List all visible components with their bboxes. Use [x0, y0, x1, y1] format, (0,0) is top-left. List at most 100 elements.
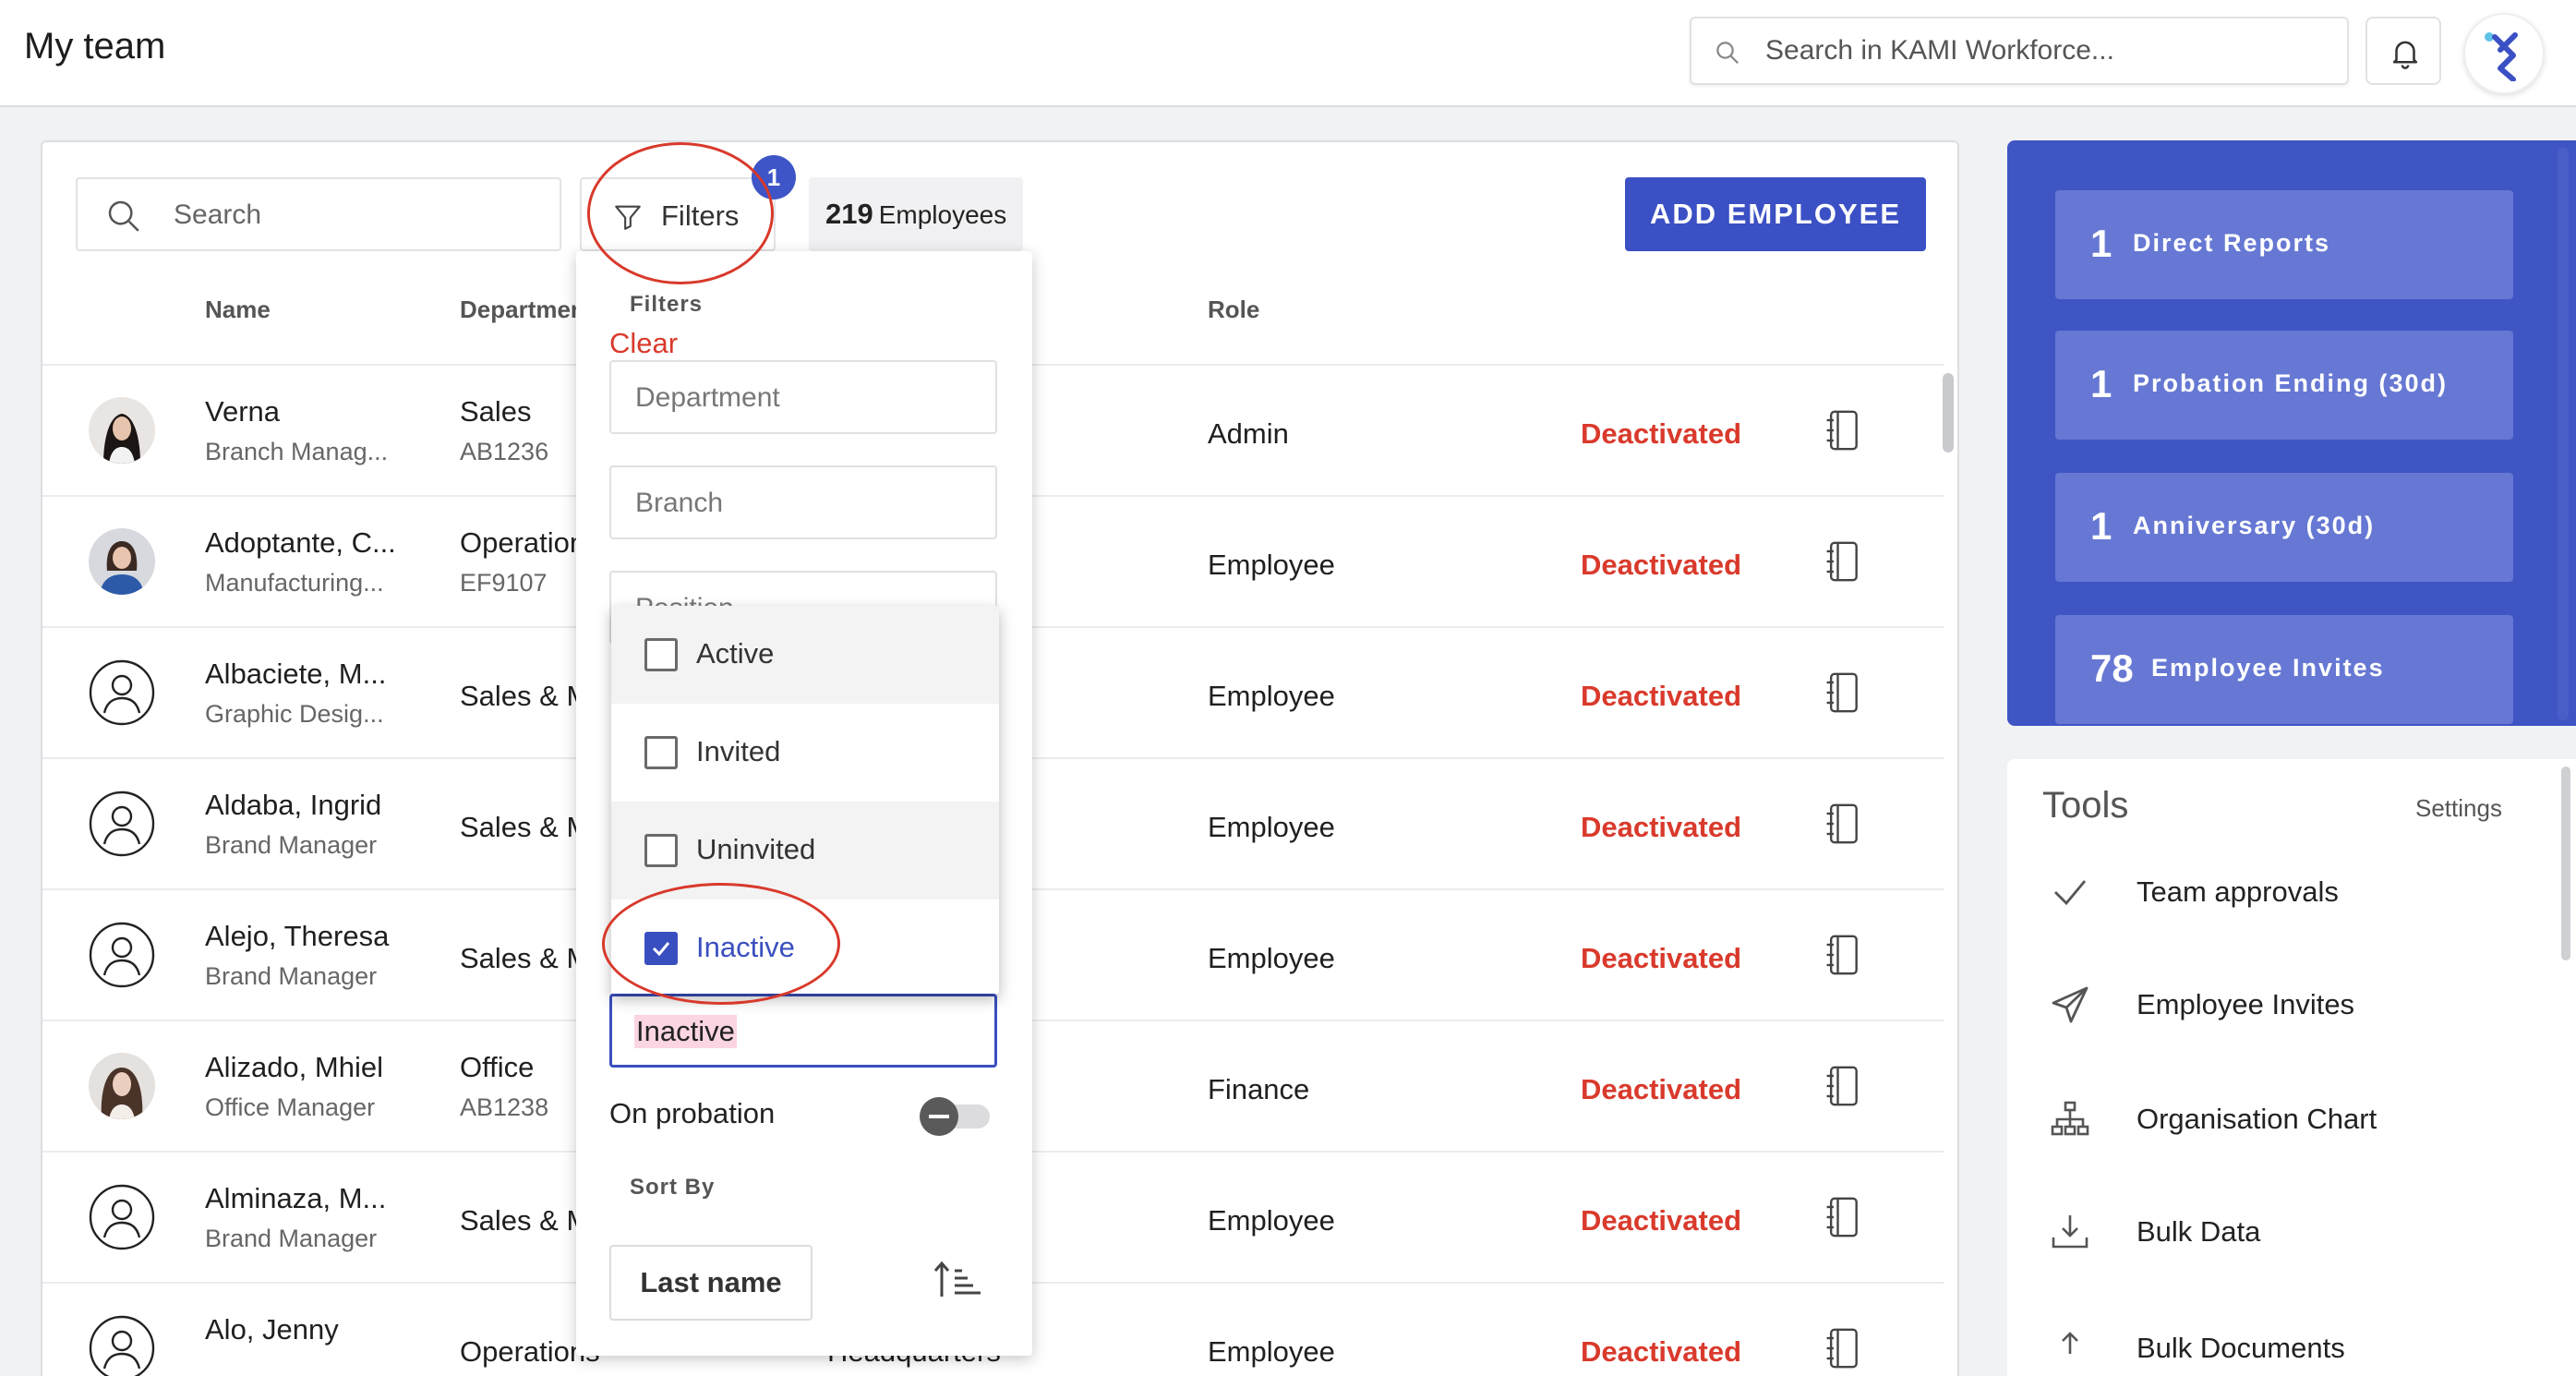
contact-book-icon[interactable]	[1823, 802, 1863, 846]
kami-logo-icon	[2485, 32, 2518, 81]
sort-by-heading: Sort By	[630, 1175, 716, 1200]
tool-bulk-data[interactable]: Bulk Data	[2007, 1188, 2561, 1280]
contact-book-icon[interactable]	[1823, 1326, 1863, 1370]
global-search-input[interactable]: Search in KAMI Workforce...	[1690, 17, 2349, 85]
stat-label: Probation Ending (30d)	[2133, 369, 2448, 397]
column-header-department[interactable]: Departmen	[460, 296, 585, 324]
branch-placeholder: Branch	[635, 488, 724, 518]
stat-card-anniversary[interactable]: 1 Anniversary (30d)	[2055, 473, 2513, 582]
employee-title: Manufacturing...	[205, 569, 384, 597]
page-title: My team	[24, 26, 166, 66]
user-icon	[89, 791, 155, 857]
employee-code: EF9107	[460, 569, 548, 597]
user-icon	[89, 922, 155, 988]
stat-card-probation-ending[interactable]: 1 Probation Ending (30d)	[2055, 331, 2513, 440]
avatar-placeholder	[89, 791, 155, 857]
tool-label: Bulk Data	[2137, 1215, 2261, 1248]
status-option-active[interactable]: Active	[611, 606, 999, 704]
avatar	[89, 397, 155, 464]
contact-book-icon[interactable]	[1823, 670, 1863, 715]
org-chart-icon	[2051, 1101, 2089, 1136]
clear-filters-link[interactable]: Clear	[609, 327, 678, 360]
search-icon	[1716, 42, 1739, 65]
stats-scrollbar[interactable]	[2558, 148, 2569, 720]
stat-card-employee-invites[interactable]: 78 Employee Invites	[2055, 615, 2513, 724]
user-icon	[89, 1315, 155, 1376]
status-badge: Deactivated	[1581, 680, 1742, 712]
sort-ascending-icon[interactable]	[933, 1260, 984, 1300]
status-badge: Deactivated	[1581, 549, 1742, 581]
tools-panel: Tools Settings Team approvals Employee I…	[2007, 759, 2576, 1376]
employee-code: AB1236	[460, 438, 549, 465]
tools-scrollbar[interactable]	[2561, 766, 2570, 960]
tool-label: Team approvals	[2137, 875, 2339, 908]
tool-organisation-chart[interactable]: Organisation Chart	[2007, 1075, 2561, 1167]
avatar	[89, 1053, 155, 1119]
tool-employee-invites[interactable]: Employee Invites	[2007, 960, 2561, 1053]
employee-department: Sales & M	[460, 680, 591, 712]
employee-name: Verna	[205, 395, 281, 428]
contact-book-icon[interactable]	[1823, 539, 1863, 584]
notifications-button[interactable]	[2365, 17, 2441, 85]
column-header-role[interactable]: Role	[1208, 296, 1259, 324]
employee-name: Albaciete, M...	[205, 658, 387, 690]
tools-settings-link[interactable]: Settings	[2415, 794, 2502, 823]
avatar-placeholder	[89, 1315, 155, 1376]
stat-count: 1	[2090, 362, 2113, 405]
employee-department: Sales & M	[460, 942, 591, 974]
avatar	[89, 528, 155, 595]
employee-count-label: Employees	[878, 200, 1007, 229]
add-employee-button[interactable]: ADD EMPLOYEE	[1625, 177, 1926, 251]
stats-panel: 1 Direct Reports 1 Probation Ending (30d…	[2007, 140, 2576, 726]
status-select[interactable]: Inactive	[609, 994, 997, 1068]
team-search-input[interactable]: Search	[76, 177, 561, 251]
status-option-uninvited[interactable]: Uninvited	[611, 802, 999, 899]
contact-book-icon[interactable]	[1823, 408, 1863, 453]
option-label: Active	[696, 637, 775, 670]
tool-bulk-documents[interactable]: Bulk Documents	[2007, 1304, 2561, 1376]
probation-label: On probation	[609, 1097, 776, 1129]
checkbox[interactable]	[644, 638, 678, 671]
status-select-value: Inactive	[634, 1015, 737, 1048]
checkbox[interactable]	[644, 736, 678, 769]
employee-department: Office	[460, 1051, 535, 1083]
checkbox[interactable]	[644, 834, 678, 867]
employee-title: Graphic Desig...	[205, 700, 384, 728]
bell-icon	[2392, 41, 2418, 69]
department-placeholder: Department	[635, 382, 780, 413]
employee-title: Brand Manager	[205, 1225, 378, 1252]
employee-department: Sales & M	[460, 1204, 591, 1237]
upload-icon	[2062, 1332, 2078, 1354]
search-icon	[108, 200, 139, 232]
stat-label: Employee Invites	[2151, 654, 2385, 682]
option-label: Invited	[696, 735, 781, 767]
column-header-name[interactable]: Name	[205, 296, 271, 324]
status-badge: Deactivated	[1581, 417, 1742, 450]
contact-book-icon[interactable]	[1823, 1064, 1863, 1108]
employee-role: Employee	[1208, 680, 1335, 712]
status-badge: Deactivated	[1581, 811, 1742, 843]
table-scrollbar[interactable]	[1943, 373, 1954, 453]
tool-team-approvals[interactable]: Team approvals	[2007, 848, 2561, 940]
stat-card-direct-reports[interactable]: 1 Direct Reports	[2055, 190, 2513, 299]
stat-count: 1	[2090, 504, 2113, 548]
employee-department: Sales	[460, 395, 532, 428]
probation-toggle[interactable]	[920, 1097, 993, 1136]
employee-name: Alminaza, M...	[205, 1182, 387, 1214]
sort-field-button[interactable]: Last name	[609, 1245, 813, 1321]
contact-book-icon[interactable]	[1823, 933, 1863, 977]
department-select[interactable]: Department	[609, 360, 997, 434]
status-option-invited[interactable]: Invited	[611, 704, 999, 802]
check-icon	[2054, 880, 2087, 906]
employee-role: Admin	[1208, 417, 1289, 450]
tool-label: Employee Invites	[2137, 988, 2355, 1020]
branch-select[interactable]: Branch	[609, 465, 997, 539]
status-badge: Deactivated	[1581, 942, 1742, 974]
app-logo[interactable]	[2463, 13, 2545, 94]
employee-code: AB1238	[460, 1093, 549, 1121]
employee-name: Adoptante, C...	[205, 526, 396, 559]
contact-book-icon[interactable]	[1823, 1195, 1863, 1239]
global-search-placeholder: Search in KAMI Workforce...	[1765, 35, 2114, 66]
employee-department: Operation	[460, 526, 586, 559]
tool-label: Bulk Documents	[2137, 1332, 2345, 1364]
